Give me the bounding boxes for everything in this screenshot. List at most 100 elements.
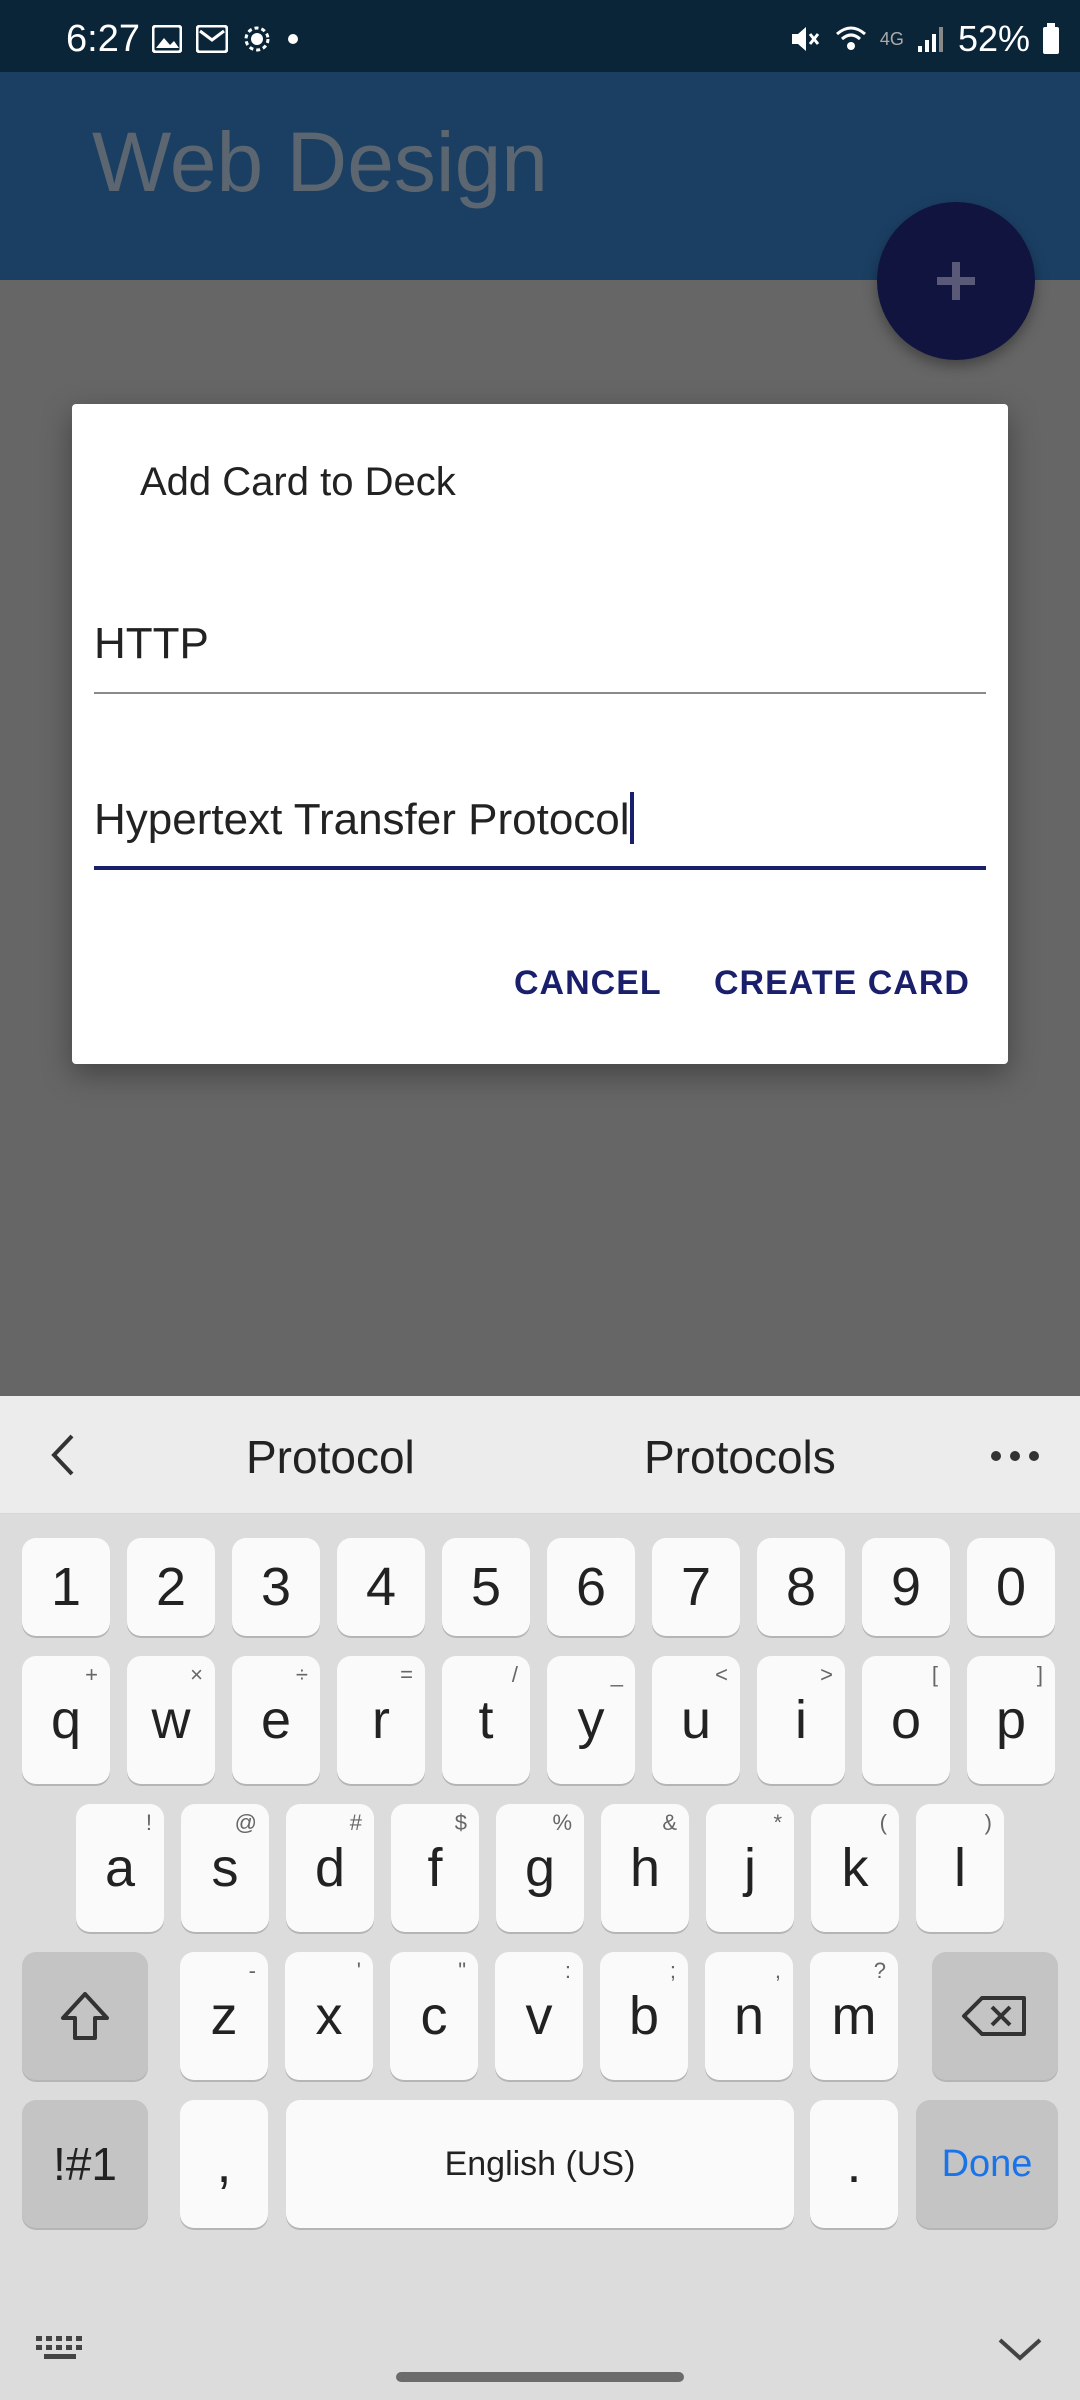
key-label: s	[211, 1838, 239, 1898]
cancel-button[interactable]: CANCEL	[504, 958, 672, 1009]
suggestion-1[interactable]: Protocol	[246, 1430, 415, 1484]
space-key[interactable]: English (US)	[286, 2100, 794, 2228]
key-s[interactable]: @ s	[181, 1804, 269, 1932]
key-0[interactable]: 0	[967, 1538, 1055, 1636]
key-5[interactable]: 5	[442, 1538, 530, 1636]
key-p[interactable]: ] p	[967, 1656, 1055, 1784]
suggestion-bar: Protocol Protocols	[0, 1396, 1080, 1514]
key-k[interactable]: (k	[811, 1804, 899, 1932]
back-field[interactable]: Hypertext Transfer Protocol	[94, 790, 986, 870]
key-hint: "	[458, 1958, 466, 1983]
key-1[interactable]: 1	[22, 1538, 110, 1636]
key-label: English (US)	[444, 2144, 636, 2183]
status-time: 6:27	[66, 18, 140, 60]
key-i[interactable]: > i	[757, 1656, 845, 1784]
keyboard-bottom-bar	[0, 2290, 1080, 2400]
back-input-text: Hypertext Transfer Protocol	[94, 795, 630, 844]
done-key[interactable]: Done	[916, 2100, 1058, 2228]
key-o[interactable]: [o	[862, 1656, 950, 1784]
key-u[interactable]: < u	[652, 1656, 740, 1784]
network-type-icon: 4G	[879, 28, 904, 49]
system-icons: 4G 52%	[788, 18, 1060, 60]
key-label: j	[744, 1838, 756, 1898]
status-bar: 6:27 4G 52%	[0, 0, 1080, 72]
suggestion-2[interactable]: Protocols	[644, 1430, 836, 1484]
chevron-left-icon[interactable]	[44, 1430, 80, 1480]
key-4[interactable]: 4	[337, 1538, 425, 1636]
key-h[interactable]: & h	[601, 1804, 689, 1932]
key-n[interactable]: ,n	[705, 1952, 793, 2080]
key-area: 1 2 3 4 5 6 7 8 9 0 + q × w ÷ e = r / t _ y < u > i[o] p! a @ s # d $ f% g…	[0, 1514, 1080, 2400]
key-f[interactable]: $ f	[391, 1804, 479, 1932]
key-3[interactable]: 3	[232, 1538, 320, 1636]
symbols-key[interactable]: !#1	[22, 2100, 148, 2228]
key-v[interactable]: :v	[495, 1952, 583, 2080]
key-g[interactable]: % g	[496, 1804, 584, 1932]
key-q[interactable]: + q	[22, 1656, 110, 1784]
text-cursor	[629, 792, 634, 844]
back-input[interactable]: Hypertext Transfer Protocol	[94, 790, 986, 850]
battery-percent: 52%	[957, 18, 1030, 59]
keyboard-icon[interactable]	[34, 2332, 86, 2362]
key-j[interactable]: * j	[706, 1804, 794, 1932]
key-label: ,	[216, 2134, 232, 2194]
key-label: e	[260, 1690, 292, 1750]
key-hint: @	[234, 1810, 257, 1835]
key-hint: _	[610, 1662, 623, 1687]
key-hint: ,	[774, 1958, 781, 1983]
key-l[interactable]: ) l	[916, 1804, 1004, 1932]
key-d[interactable]: # d	[286, 1804, 374, 1932]
key-8[interactable]: 8	[757, 1538, 845, 1636]
key-c[interactable]: " c	[390, 1952, 478, 2080]
add-card-fab[interactable]	[877, 202, 1035, 360]
key-hint: !	[145, 1810, 152, 1835]
mail-icon	[196, 25, 228, 53]
key-label: 1	[50, 1557, 82, 1617]
key-hint: %	[552, 1810, 572, 1835]
key-label: h	[629, 1838, 661, 1898]
key-x[interactable]: ' x	[285, 1952, 373, 2080]
front-input[interactable]	[94, 614, 986, 674]
home-indicator[interactable]	[396, 2372, 684, 2382]
key-2[interactable]: 2	[127, 1538, 215, 1636]
key-label: x	[315, 1986, 343, 2046]
period-key[interactable]: .	[810, 2100, 898, 2228]
key-label: u	[680, 1690, 712, 1750]
key-6[interactable]: 6	[547, 1538, 635, 1636]
backspace-icon	[962, 1996, 1026, 2036]
chevron-down-icon[interactable]	[996, 2334, 1044, 2364]
shift-key[interactable]	[22, 1952, 148, 2080]
key-label: f	[427, 1838, 443, 1898]
key-label: .	[846, 2134, 862, 2194]
more-icon[interactable]	[990, 1450, 1040, 1462]
key-b[interactable]: ; b	[600, 1952, 688, 2080]
key-m[interactable]: ? m	[810, 1952, 898, 2080]
key-label: 6	[575, 1557, 607, 1617]
add-card-dialog: Add Card to Deck Hypertext Transfer Prot…	[72, 404, 1008, 1064]
key-hint: )	[984, 1810, 992, 1835]
key-t[interactable]: / t	[442, 1656, 530, 1784]
key-label: l	[954, 1838, 966, 1898]
key-label: p	[995, 1690, 1027, 1750]
key-r[interactable]: = r	[337, 1656, 425, 1784]
key-9[interactable]: 9	[862, 1538, 950, 1636]
key-label: r	[372, 1690, 390, 1750]
notification-icons	[152, 24, 300, 54]
key-7[interactable]: 7	[652, 1538, 740, 1636]
key-hint: ÷	[295, 1662, 308, 1687]
key-w[interactable]: × w	[127, 1656, 215, 1784]
comma-key[interactable]: ,	[180, 2100, 268, 2228]
backspace-key[interactable]	[932, 1952, 1058, 2080]
key-hint: ?	[873, 1958, 886, 1983]
front-field[interactable]	[94, 614, 986, 694]
key-label: 2	[155, 1557, 187, 1617]
key-hint: '	[356, 1958, 361, 1983]
keyboard: Protocol Protocols 1 2 3 4 5 6 7 8 9 0 + q × w ÷ e = r / t _…	[0, 1396, 1080, 2400]
key-e[interactable]: ÷ e	[232, 1656, 320, 1784]
key-label: 8	[785, 1557, 817, 1617]
key-label: z	[210, 1986, 238, 2046]
key-z[interactable]: -z	[180, 1952, 268, 2080]
key-y[interactable]: _ y	[547, 1656, 635, 1784]
key-a[interactable]: ! a	[76, 1804, 164, 1932]
create-card-button[interactable]: CREATE CARD	[704, 958, 980, 1009]
